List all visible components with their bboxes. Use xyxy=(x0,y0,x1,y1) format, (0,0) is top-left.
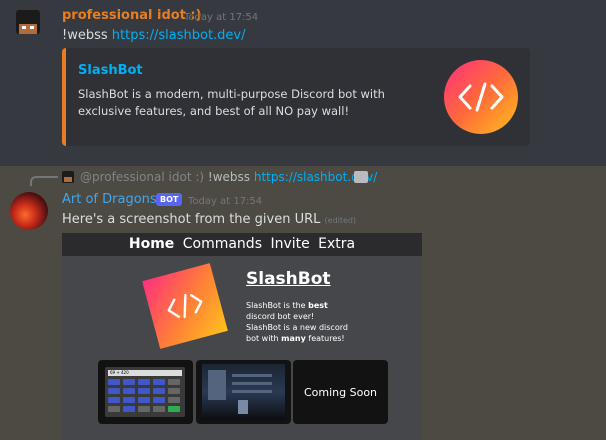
edited-label: (edited) xyxy=(324,216,357,225)
code-icon xyxy=(458,82,504,112)
site-description: SlashBot is the best discord bot ever! Sla… xyxy=(246,301,348,343)
reply-connector xyxy=(30,176,58,186)
nav-home: Home xyxy=(128,236,175,252)
feature-card-coming-soon: Coming Soon xyxy=(293,360,388,424)
message-content: Here's a screenshot from the given URL (… xyxy=(62,212,356,227)
calculator-display: 69 + 420 xyxy=(108,370,182,376)
reply-preview[interactable]: @professional idot :) !webss https://sla… xyxy=(80,170,377,184)
message-author[interactable]: professional idot :) xyxy=(62,8,202,23)
message-1: professional idot :) Today at 17:54 !web… xyxy=(0,0,606,166)
reply-command: !webss xyxy=(207,170,254,184)
message-timestamp: Today at 17:54 xyxy=(188,196,263,207)
command-text: !webss xyxy=(62,28,112,43)
bot-avatar[interactable] xyxy=(10,192,48,230)
message-author[interactable]: Art of Dragons xyxy=(62,192,157,207)
embed-title[interactable]: SlashBot xyxy=(78,63,143,78)
link-embed: SlashBot SlashBot is a modern, multi-pur… xyxy=(62,48,530,146)
coming-soon-label: Coming Soon xyxy=(303,385,378,399)
site-title: SlashBot xyxy=(246,269,331,289)
message-content: !webss https://slashbot.dev/ xyxy=(62,28,246,43)
image-icon xyxy=(354,171,368,183)
site-logo xyxy=(142,263,228,349)
message-link[interactable]: https://slashbot.dev/ xyxy=(112,28,246,43)
embed-description: SlashBot is a modern, multi-purpose Disc… xyxy=(78,87,385,118)
video-preview xyxy=(202,364,285,420)
message-timestamp: Today at 17:54 xyxy=(184,12,259,23)
embed-thumbnail[interactable] xyxy=(444,60,518,134)
reply-mention: @professional idot :) xyxy=(80,170,205,184)
calculator-preview: 69 + 420 xyxy=(105,367,185,417)
code-icon xyxy=(167,293,203,319)
feature-card-calculator: 69 + 420 xyxy=(98,360,193,424)
bot-badge: BOT xyxy=(156,193,183,206)
feature-card-video xyxy=(196,360,291,424)
message-text: Here's a screenshot from the given URL xyxy=(62,212,321,227)
nav-extra: Extra xyxy=(318,236,356,252)
nav-invite: Invite xyxy=(270,236,310,252)
avatar[interactable] xyxy=(16,10,40,34)
reply-avatar[interactable] xyxy=(62,171,74,183)
nav-commands: Commands xyxy=(182,236,262,252)
screenshot-attachment[interactable]: Home Commands Invite Extra SlashBot Slas… xyxy=(62,233,422,440)
site-navbar: Home Commands Invite Extra xyxy=(62,233,422,256)
